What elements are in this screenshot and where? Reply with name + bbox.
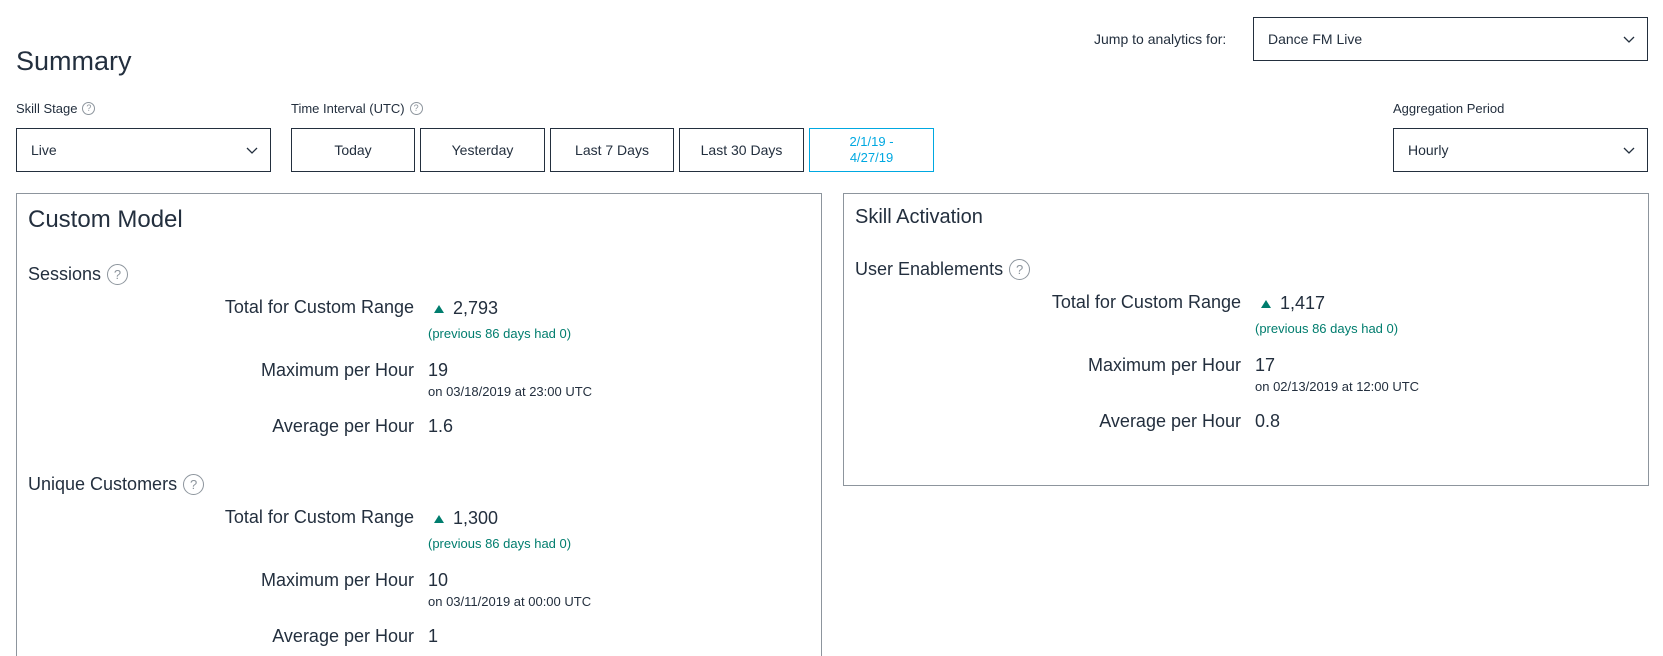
chevron-down-icon — [1623, 33, 1635, 45]
user-enablements-avg-label: Average per Hour — [1099, 411, 1241, 431]
user-enablements-total-note: (previous 86 days had 0) — [1255, 321, 1399, 336]
unique-customers-section-title: Unique Customers ? — [28, 474, 205, 495]
sessions-title: Sessions — [28, 264, 102, 284]
unique-customers-total-value: 1,300 — [428, 508, 498, 529]
unique-customers-max-label: Maximum per Hour — [260, 570, 414, 590]
sessions-total-value: 2,793 — [428, 298, 498, 319]
time-interval-last-7-days-button[interactable]: Last 7 Days — [550, 128, 674, 172]
custom-range-start: 2/1/19 - — [849, 134, 894, 149]
user-enablements-max-label: Maximum per Hour — [1087, 355, 1241, 375]
aggregation-period-label: Aggregation Period — [1393, 101, 1505, 116]
trend-up-icon — [1261, 299, 1271, 308]
time-interval-custom-range-button[interactable]: 2/1/19 - 4/27/19 — [809, 128, 934, 172]
custom-range-text: 2/1/19 - 4/27/19 — [849, 134, 893, 166]
chevron-down-icon — [1623, 144, 1635, 156]
user-enablements-total-label: Total for Custom Range — [1051, 292, 1241, 312]
skill-stage-label: Skill Stage — [16, 101, 78, 116]
skill-activation-title: Skill Activation — [855, 206, 983, 228]
skill-selector-dropdown[interactable]: Dance FM Live — [1253, 17, 1648, 61]
unique-customers-avg-label: Average per Hour — [272, 626, 414, 646]
unique-customers-max-value: 10 — [428, 570, 449, 590]
aggregation-period-value: Hourly — [1408, 142, 1449, 158]
custom-model-title: Custom Model — [28, 206, 183, 233]
sessions-max-label: Maximum per Hour — [260, 360, 414, 380]
user-enablements-max-value: 17 — [1255, 355, 1276, 375]
sessions-avg-value: 1.6 — [428, 416, 454, 436]
help-icon[interactable]: ? — [1009, 259, 1031, 280]
jump-to-analytics-label: Jump to analytics for: — [1094, 31, 1227, 47]
chevron-down-icon — [246, 144, 258, 156]
skill-stage-value: Live — [31, 142, 57, 158]
skill-selector-value: Dance FM Live — [1268, 31, 1363, 47]
sessions-max-value: 19 — [428, 360, 449, 380]
user-enablements-title: User Enablements — [855, 259, 1004, 279]
unique-customers-max-note: on 03/11/2019 at 00:00 UTC — [428, 594, 592, 609]
skill-activation-panel: Skill Activation User Enablements ? Tota… — [843, 193, 1649, 486]
analytics-summary-page: Summary Jump to analytics for: Dance FM … — [0, 0, 1663, 656]
skill-stage-label-group: Skill Stage ? — [16, 101, 96, 116]
time-interval-last-30-days-button[interactable]: Last 30 Days — [679, 128, 804, 172]
aggregation-period-label-group: Aggregation Period — [1393, 101, 1504, 116]
user-enablements-total-number: 1,417 — [1280, 293, 1326, 313]
unique-customers-total-note: (previous 86 days had 0) — [428, 536, 572, 551]
user-enablements-total-value: 1,417 — [1255, 293, 1325, 314]
unique-customers-total-number: 1,300 — [453, 508, 499, 528]
sessions-total-number: 2,793 — [453, 298, 499, 318]
trend-up-icon — [434, 514, 444, 523]
custom-model-panel: Custom Model Sessions ? Total for Custom… — [16, 193, 822, 656]
time-interval-label-group: Time Interval (UTC) ? — [291, 101, 423, 116]
page-title: Summary — [16, 46, 132, 76]
sessions-max-note: on 03/18/2019 at 23:00 UTC — [428, 384, 593, 399]
help-icon[interactable]: ? — [82, 102, 96, 115]
time-interval-yesterday-button[interactable]: Yesterday — [420, 128, 545, 172]
help-icon[interactable]: ? — [107, 264, 129, 285]
unique-customers-total-label: Total for Custom Range — [224, 507, 414, 527]
unique-customers-avg-value: 1 — [428, 626, 439, 646]
help-icon[interactable]: ? — [409, 102, 423, 115]
aggregation-period-dropdown[interactable]: Hourly — [1393, 128, 1648, 172]
user-enablements-section-title: User Enablements ? — [855, 259, 1031, 280]
sessions-section-title: Sessions ? — [28, 264, 129, 285]
sessions-total-label: Total for Custom Range — [224, 297, 414, 317]
custom-range-end: 4/27/19 — [849, 150, 894, 165]
user-enablements-max-note: on 02/13/2019 at 12:00 UTC — [1255, 379, 1420, 394]
help-icon[interactable]: ? — [183, 474, 205, 495]
time-interval-today-button[interactable]: Today — [291, 128, 415, 172]
unique-customers-title: Unique Customers — [28, 474, 178, 494]
time-interval-label: Time Interval (UTC) — [291, 101, 405, 116]
sessions-total-note: (previous 86 days had 0) — [428, 326, 572, 341]
skill-stage-dropdown[interactable]: Live — [16, 128, 271, 172]
sessions-avg-label: Average per Hour — [272, 416, 414, 436]
trend-up-icon — [434, 304, 444, 313]
user-enablements-avg-value: 0.8 — [1255, 411, 1281, 431]
